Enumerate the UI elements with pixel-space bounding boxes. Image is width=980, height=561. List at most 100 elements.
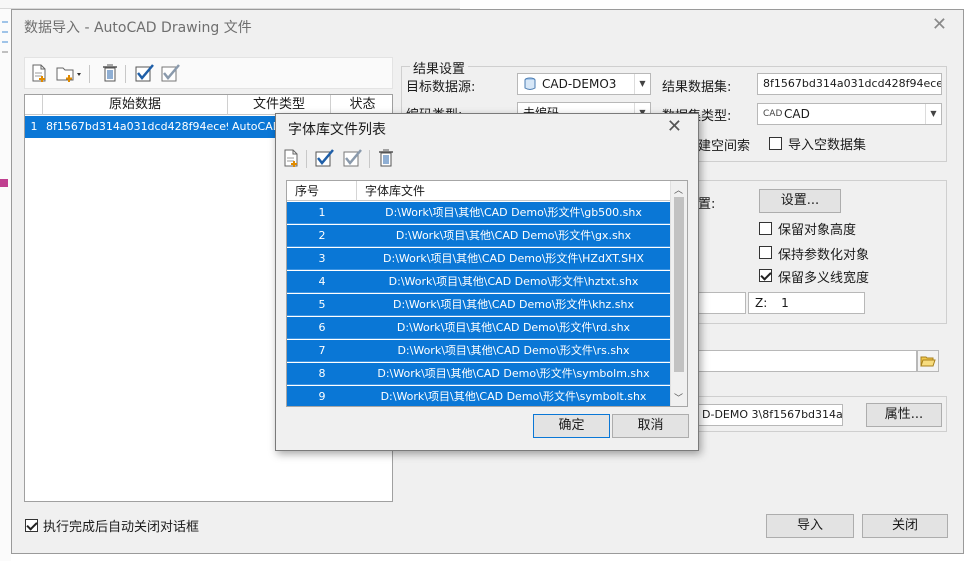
list-item[interactable]: 8 D:\Work\项目\其他\CAD Demo\形文件\symbolm.shx xyxy=(287,363,670,385)
folder-open-icon xyxy=(920,354,936,368)
row-font-path: D:\Work\项目\其他\CAD Demo\形文件\gx.shx xyxy=(395,229,632,242)
keep-param-checkbox[interactable] xyxy=(759,246,772,259)
table-row-source[interactable]: 8f1567bd314a031dcd428f94ece9... xyxy=(43,116,228,138)
row-font-path: D:\Work\项目\其他\CAD Demo\形文件\gb500.shx xyxy=(385,206,642,219)
font-file-list: 序号 字体库文件 1 D:\Work\项目\其他\CAD Demo\形文件\gb… xyxy=(286,180,688,407)
ok-button[interactable]: 确定 xyxy=(533,414,610,438)
select-all-icon[interactable] xyxy=(314,148,334,168)
row-number: 7 xyxy=(318,344,326,357)
auto-close-label: 执行完成后自动关闭对话框 xyxy=(43,520,200,535)
window-title: 数据导入 - AutoCAD Drawing 文件 xyxy=(24,20,252,36)
left-toolbar xyxy=(24,57,393,89)
background-mark xyxy=(2,31,8,33)
keep-width-label: 保留多义线宽度 xyxy=(778,271,870,286)
keep-height-checkbox[interactable] xyxy=(759,222,772,235)
vertical-scrollbar[interactable]: ︿ ﹀ xyxy=(670,181,687,406)
background-mark xyxy=(2,41,8,43)
table-header-source[interactable]: 原始数据 xyxy=(43,95,228,115)
cancel-button[interactable]: 取消 xyxy=(612,414,689,438)
list-item[interactable]: 5 D:\Work\项目\其他\CAD Demo\形文件\khz.shx xyxy=(287,294,670,316)
table-header-type[interactable]: 文件类型 xyxy=(228,95,331,115)
keep-param-label: 保持参数化对象 xyxy=(778,248,870,263)
list-item[interactable]: 7 D:\Work\项目\其他\CAD Demo\形文件\rs.shx xyxy=(287,340,670,362)
scrollbar-thumb[interactable] xyxy=(674,197,684,372)
row-number: 4 xyxy=(318,275,326,288)
delete-icon[interactable] xyxy=(100,63,120,83)
dataset-type-select[interactable]: CAD CAD ▼ xyxy=(757,103,942,125)
list-item[interactable]: 4 D:\Work\项目\其他\CAD Demo\形文件\hztxt.shx xyxy=(287,271,670,293)
background-mark xyxy=(0,179,8,187)
row-font-path: D:\Work\项目\其他\CAD Demo\形文件\hztxt.shx xyxy=(388,275,639,288)
close-icon[interactable]: ✕ xyxy=(932,14,947,35)
result-dataset-input[interactable]: 8f1567bd314a031dcd428f94ece91e xyxy=(757,73,942,95)
row-number: 2 xyxy=(318,229,326,242)
add-file-icon[interactable] xyxy=(29,63,49,83)
scroll-up-icon[interactable]: ︿ xyxy=(674,183,683,196)
attributes-button[interactable]: 属性... xyxy=(866,403,942,427)
import-empty-label: 导入空数据集 xyxy=(788,138,867,153)
z-input[interactable]: Z: 1 xyxy=(748,292,865,314)
row-number: 1 xyxy=(318,206,326,219)
row-font-path: D:\Work\项目\其他\CAD Demo\形文件\rd.shx xyxy=(396,321,631,334)
select-all-icon[interactable] xyxy=(134,63,154,83)
table-row-index[interactable]: 1 xyxy=(25,116,43,138)
delete-icon[interactable] xyxy=(376,148,396,168)
row-font-path: D:\Work\项目\其他\CAD Demo\形文件\symbolm.shx xyxy=(377,367,650,380)
background-app-strip xyxy=(0,0,460,9)
toolbar-separator xyxy=(125,65,126,83)
table-header-index[interactable] xyxy=(25,95,43,115)
list-item[interactable]: 1 D:\Work\项目\其他\CAD Demo\形文件\gb500.shx xyxy=(287,202,670,224)
row-font-path: D:\Work\项目\其他\CAD Demo\形文件\HZdXT.SHX xyxy=(383,252,644,265)
select-inverse-icon[interactable] xyxy=(342,148,362,168)
row-number: 5 xyxy=(318,298,326,311)
dataset-type-value: CAD xyxy=(784,107,810,121)
list-item[interactable]: 9 D:\Work\项目\其他\CAD Demo\形文件\symbolt.shx xyxy=(287,386,670,406)
toolbar-separator xyxy=(369,150,370,168)
column-header-number[interactable]: 序号 xyxy=(287,181,357,201)
background-mark xyxy=(2,21,8,23)
column-header-font-file[interactable]: 字体库文件 xyxy=(357,181,670,201)
list-item[interactable]: 3 D:\Work\项目\其他\CAD Demo\形文件\HZdXT.SHX xyxy=(287,248,670,270)
background-app-sidebar xyxy=(0,9,11,561)
font-dialog-title: 字体库文件列表 xyxy=(288,122,386,138)
target-datasource-value: CAD-DEMO3 xyxy=(542,77,617,91)
add-folder-icon[interactable] xyxy=(55,63,83,83)
keep-width-checkbox[interactable] xyxy=(759,269,772,282)
row-number: 6 xyxy=(318,321,326,334)
table-header-status[interactable]: 状态 xyxy=(331,95,392,115)
import-button[interactable]: 导入 xyxy=(766,514,854,538)
row-font-path: D:\Work\项目\其他\CAD Demo\形文件\rs.shx xyxy=(397,344,630,357)
list-item[interactable]: 2 D:\Work\项目\其他\CAD Demo\形文件\gx.shx xyxy=(287,225,670,247)
target-datasource-select[interactable]: CAD-DEMO3 ▼ xyxy=(517,73,651,95)
list-item[interactable]: 6 D:\Work\项目\其他\CAD Demo\形文件\rd.shx xyxy=(287,317,670,339)
select-inverse-icon[interactable] xyxy=(160,63,180,83)
row-font-path: D:\Work\项目\其他\CAD Demo\形文件\symbolt.shx xyxy=(380,390,647,403)
chevron-down-icon[interactable]: ▼ xyxy=(634,74,650,94)
font-library-dialog: 字体库文件列表 ✕ 序号 字体库文件 1 D:\Work\项目\其他\CAD D… xyxy=(275,113,699,451)
close-icon[interactable]: ✕ xyxy=(667,116,682,137)
target-datasource-label: 目标数据源: xyxy=(406,80,476,95)
row-number: 3 xyxy=(318,252,326,265)
y-input[interactable] xyxy=(696,292,746,314)
background-mark xyxy=(2,51,8,53)
row-number: 9 xyxy=(318,390,326,403)
cad-icon: CAD xyxy=(763,109,783,119)
settings-label: 置: xyxy=(698,197,716,212)
settings-button[interactable]: 设置... xyxy=(759,189,841,213)
source-path-input[interactable] xyxy=(696,350,917,372)
keep-height-label: 保留对象高度 xyxy=(778,223,857,238)
toolbar-separator xyxy=(306,150,307,168)
row-font-path: D:\Work\项目\其他\CAD Demo\形文件\khz.shx xyxy=(393,298,634,311)
z-value: 1 xyxy=(781,296,789,310)
row-number: 8 xyxy=(318,367,326,380)
result-settings-title: 结果设置 xyxy=(410,58,469,77)
import-empty-checkbox[interactable] xyxy=(769,137,782,150)
close-button[interactable]: 关闭 xyxy=(862,514,948,538)
z-label: Z: xyxy=(755,296,768,310)
add-file-icon[interactable] xyxy=(281,148,301,168)
auto-close-checkbox[interactable] xyxy=(25,519,38,532)
chevron-down-icon[interactable]: ▼ xyxy=(925,104,941,124)
path-readonly-field[interactable]: D-DEMO 3\8f1567bd314a03 xyxy=(696,404,843,426)
scroll-down-icon[interactable]: ﹀ xyxy=(674,391,683,404)
browse-folder-button[interactable] xyxy=(917,350,939,372)
